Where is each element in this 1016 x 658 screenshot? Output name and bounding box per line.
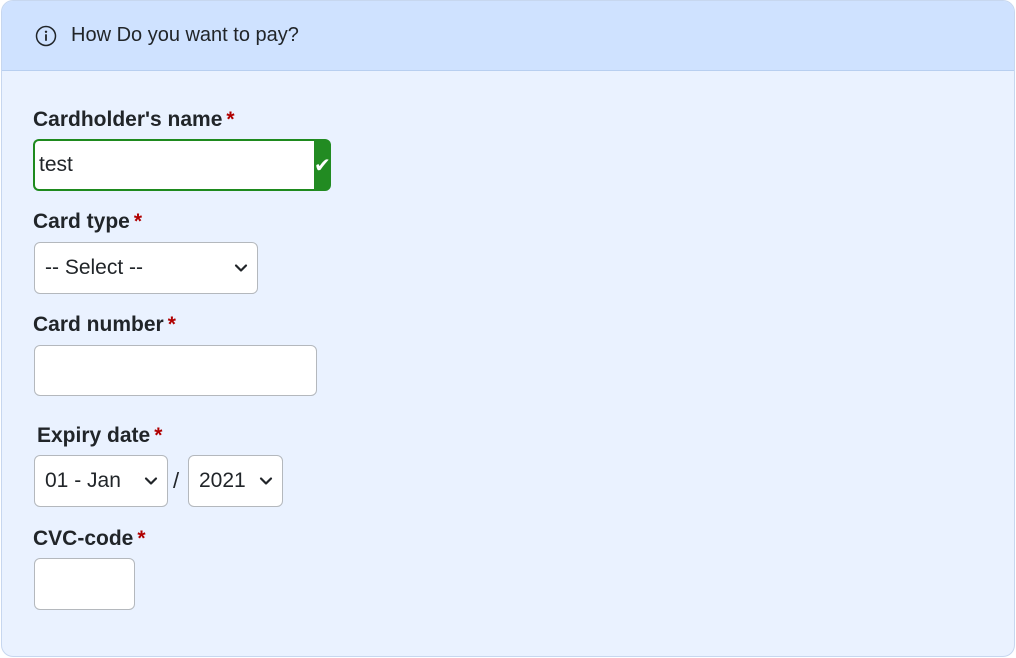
cardholder-name-label-text: Cardholder's name [33, 108, 223, 131]
required-asterisk: * [167, 313, 176, 336]
card-type-label: Card type * [33, 210, 142, 234]
card-type-select[interactable]: -- Select -- [34, 242, 258, 294]
checkmark-icon: ✔ [314, 139, 331, 191]
panel-title: How Do you want to pay? [71, 24, 299, 46]
cardholder-name-input[interactable] [33, 139, 314, 191]
info-icon [35, 25, 57, 47]
required-asterisk: * [154, 424, 163, 447]
panel-header: How Do you want to pay? [2, 1, 1014, 71]
cvc-code-input[interactable] [34, 558, 135, 610]
card-number-label-text: Card number [33, 313, 164, 336]
cvc-code-label: CVC-code * [33, 527, 146, 551]
required-asterisk: * [137, 527, 146, 550]
card-number-label: Card number * [33, 313, 176, 337]
chevron-down-icon [259, 474, 273, 488]
expiry-month-selected: 01 - Jan [45, 469, 121, 492]
chevron-down-icon [234, 261, 248, 275]
cardholder-name-label: Cardholder's name * [33, 108, 235, 132]
cardholder-name-group: ✔ [33, 139, 331, 191]
required-asterisk: * [133, 210, 143, 233]
card-type-selected: -- Select -- [45, 256, 144, 279]
card-type-label-text: Card type [33, 210, 130, 233]
card-number-input[interactable] [34, 345, 317, 396]
cvc-code-label-text: CVC-code [33, 527, 134, 550]
expiry-month-select[interactable]: 01 - Jan [34, 455, 168, 507]
expiry-year-select[interactable]: 2021 [188, 455, 283, 507]
required-asterisk: * [226, 108, 235, 131]
chevron-down-icon [144, 474, 158, 488]
expiry-separator: / [173, 468, 180, 493]
expiry-date-label-text: Expiry date [37, 424, 151, 447]
expiry-date-label: Expiry date * [37, 424, 162, 448]
expiry-year-selected: 2021 [199, 469, 246, 492]
